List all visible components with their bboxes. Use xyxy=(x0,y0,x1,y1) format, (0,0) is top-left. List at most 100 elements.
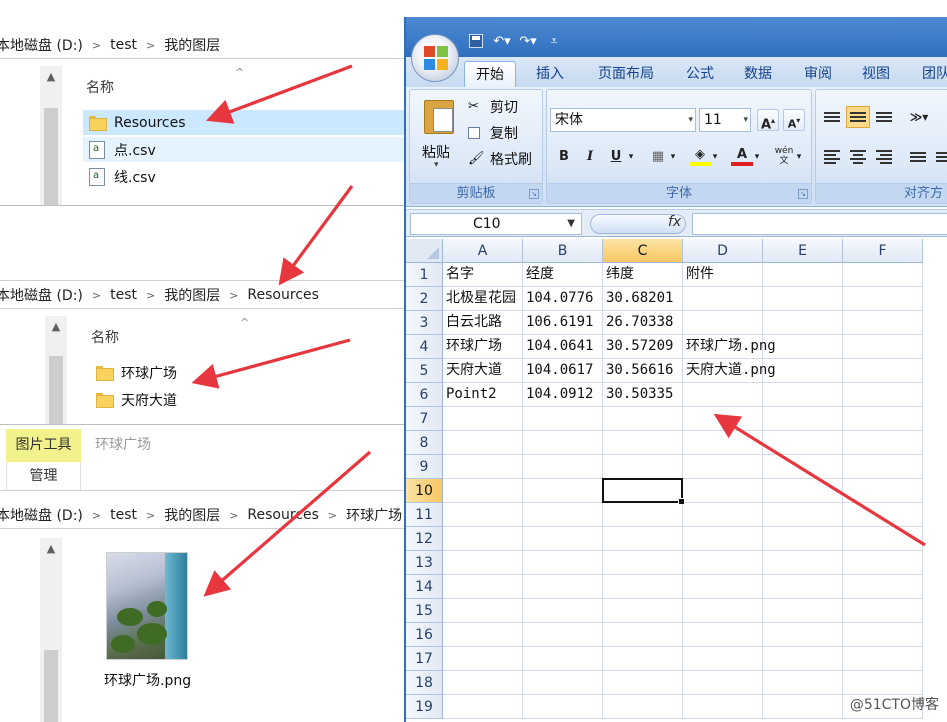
cell[interactable]: 天府大道 xyxy=(443,359,523,383)
cell[interactable] xyxy=(763,599,843,623)
paste-icon[interactable] xyxy=(424,100,454,134)
cell[interactable] xyxy=(843,647,923,671)
tab-review[interactable]: 审阅 xyxy=(792,61,844,87)
cell[interactable]: 天府大道.png xyxy=(683,359,776,383)
cell[interactable]: 104.0776 xyxy=(523,287,603,311)
cell[interactable] xyxy=(443,431,523,455)
border-icon[interactable]: ▦ xyxy=(647,146,669,168)
column-header[interactable]: B xyxy=(523,239,603,263)
select-all-button[interactable] xyxy=(406,239,443,263)
cell[interactable] xyxy=(683,455,763,479)
cell[interactable] xyxy=(843,359,923,383)
cell[interactable] xyxy=(603,455,683,479)
cell[interactable] xyxy=(523,527,603,551)
scroll-up-icon[interactable]: ▲ xyxy=(44,70,58,84)
phonetic-dropdown-icon[interactable]: ▾ xyxy=(793,146,805,168)
cell[interactable] xyxy=(603,551,683,575)
fill-dropdown-icon[interactable]: ▾ xyxy=(709,146,721,168)
cell[interactable]: 经度 xyxy=(523,263,603,287)
row-header[interactable]: 13 xyxy=(406,551,443,575)
cell[interactable] xyxy=(443,407,523,431)
cell[interactable]: 30.50335 xyxy=(603,383,683,407)
cell[interactable] xyxy=(603,575,683,599)
cell[interactable] xyxy=(843,671,923,695)
cell[interactable] xyxy=(843,335,923,359)
tab-insert[interactable]: 插入 xyxy=(524,61,576,87)
row-header[interactable]: 18 xyxy=(406,671,443,695)
cell[interactable] xyxy=(843,311,923,335)
cell[interactable]: 附件 xyxy=(683,263,763,287)
cell[interactable] xyxy=(683,695,763,719)
cell[interactable] xyxy=(443,479,523,503)
cell[interactable] xyxy=(603,599,683,623)
cell[interactable] xyxy=(763,503,843,527)
cell[interactable] xyxy=(763,671,843,695)
grow-font-button[interactable]: A▴ xyxy=(757,109,779,132)
shrink-font-button[interactable]: A▾ xyxy=(783,109,805,131)
column-header[interactable]: C xyxy=(603,239,683,263)
cell[interactable] xyxy=(843,503,923,527)
cell[interactable]: 名字 xyxy=(443,263,523,287)
italic-button[interactable]: I xyxy=(579,146,601,168)
tab-data[interactable]: 数据 xyxy=(732,61,784,87)
list-item-folder[interactable]: 天府大道 xyxy=(90,387,390,412)
cell[interactable] xyxy=(763,311,843,335)
scrollbar[interactable]: ▲ xyxy=(45,316,67,424)
bold-button[interactable]: B xyxy=(553,146,575,168)
font-name-select[interactable]: 宋体 ▾ xyxy=(550,108,696,132)
orientation-icon[interactable]: ≫▾ xyxy=(908,106,930,128)
cell[interactable] xyxy=(523,479,603,503)
breadcrumb-item[interactable]: 本地磁盘 (D:) xyxy=(0,285,83,305)
cell[interactable] xyxy=(763,551,843,575)
row-header[interactable]: 16 xyxy=(406,623,443,647)
cell[interactable] xyxy=(603,407,683,431)
cell[interactable] xyxy=(763,527,843,551)
breadcrumb-item[interactable]: Resources xyxy=(247,507,319,523)
cell[interactable] xyxy=(843,551,923,575)
list-item-file[interactable]: 线.csv xyxy=(83,164,405,189)
cell[interactable] xyxy=(523,599,603,623)
cell[interactable] xyxy=(683,431,763,455)
row-header[interactable]: 2 xyxy=(406,287,443,311)
cell[interactable] xyxy=(763,287,843,311)
breadcrumb-item[interactable]: 本地磁盘 (D:) xyxy=(0,35,83,55)
cell[interactable] xyxy=(763,647,843,671)
cell[interactable] xyxy=(763,431,843,455)
cell[interactable]: 106.6191 xyxy=(523,311,603,335)
cell[interactable] xyxy=(443,599,523,623)
align-center-icon[interactable] xyxy=(846,146,870,168)
cell[interactable] xyxy=(443,503,523,527)
row-header[interactable]: 17 xyxy=(406,647,443,671)
cell[interactable] xyxy=(683,503,763,527)
align-right-icon[interactable] xyxy=(872,146,896,168)
cell[interactable] xyxy=(763,407,843,431)
column-header[interactable]: A xyxy=(443,239,523,263)
list-item-folder[interactable]: Resources xyxy=(83,110,405,135)
column-header[interactable]: D xyxy=(683,239,763,263)
cell[interactable]: 30.57209 xyxy=(603,335,683,359)
breadcrumb[interactable]: 本地磁盘 (D:) > test > 我的图层 > Resources xyxy=(0,284,319,306)
cell[interactable]: 环球广场.png xyxy=(683,335,776,359)
cell[interactable] xyxy=(443,671,523,695)
office-button[interactable] xyxy=(411,34,459,82)
breadcrumb-item[interactable]: Resources xyxy=(247,287,319,303)
save-icon[interactable] xyxy=(466,31,486,51)
font-color-dropdown-icon[interactable]: ▾ xyxy=(751,146,763,168)
customize-toolbar-icon[interactable]: ⩡ xyxy=(544,31,564,51)
decrease-indent-icon[interactable] xyxy=(906,146,930,168)
cell[interactable]: 环球广场 xyxy=(443,335,523,359)
cell[interactable] xyxy=(443,623,523,647)
cell[interactable] xyxy=(443,575,523,599)
column-header-name[interactable]: 名称 xyxy=(86,77,114,97)
cell[interactable] xyxy=(763,383,843,407)
cell[interactable] xyxy=(443,527,523,551)
cell[interactable] xyxy=(843,455,923,479)
cell[interactable] xyxy=(603,671,683,695)
redo-icon[interactable]: ↷▾ xyxy=(518,31,538,51)
row-header[interactable]: 7 xyxy=(406,407,443,431)
cell[interactable] xyxy=(443,695,523,719)
column-header[interactable]: E xyxy=(763,239,843,263)
cell[interactable] xyxy=(763,479,843,503)
cell[interactable] xyxy=(523,455,603,479)
undo-icon[interactable]: ↶▾ xyxy=(492,31,512,51)
